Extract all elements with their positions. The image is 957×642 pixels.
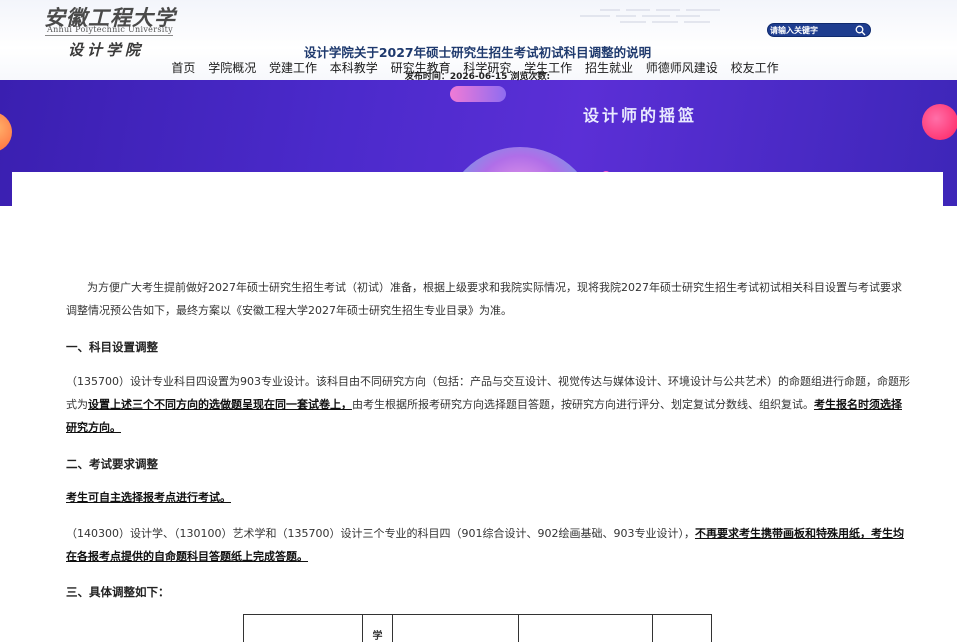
section-heading-1: 一、科目设置调整	[66, 340, 158, 354]
search-box	[767, 23, 871, 37]
search-input[interactable]	[770, 25, 854, 36]
article-title: 设计学院关于2027年硕士研究生招生考试初试科目调整的说明	[303, 45, 652, 60]
header-decoration	[580, 9, 720, 23]
logo-university-english: Anhui Polytechnic University	[47, 25, 173, 34]
intro-text: 为方便广大考生提前做好2027年硕士研究生招生考试（初试）准备，根据上级要求和我…	[66, 281, 902, 317]
section-2-paragraph-1: 考生可自主选择报考点进行考试。	[66, 486, 912, 509]
section-1-text-b: 由考生根据所报考研究方向选择题目答题，按研究方向进行评分、划定复试分数线、组织复…	[352, 398, 814, 411]
article-intro: 为方便广大考生提前做好2027年硕士研究生招生考试（初试）准备，根据上级要求和我…	[66, 276, 912, 322]
section-1-emphasis-a: 设置上述三个不同方向的选做题呈现在同一套试卷上，	[88, 398, 352, 411]
section-2-emphasis: 考生可自主选择报考点进行考试。	[66, 491, 231, 504]
table-cell	[518, 614, 653, 642]
adjustment-table: 学	[243, 614, 712, 642]
section-2-text: （140300）设计学、（130100）艺术学和（135700）设计三个专业的科…	[66, 527, 695, 540]
section-2-paragraph-2: （140300）设计学、（130100）艺术学和（135700）设计三个专业的科…	[66, 522, 912, 568]
section-heading-2: 二、考试要求调整	[66, 457, 158, 471]
table-cell	[243, 614, 363, 642]
table-row: 学	[243, 614, 712, 642]
banner-slogan: 设计师的摇篮	[583, 106, 698, 125]
table-cell	[652, 614, 712, 642]
article-meta: 发布时间：2026-06-15 浏览次数:	[404, 72, 551, 82]
section-1-paragraph: （135700）设计专业科目四设置为903专业设计。该科目由不同研究方向（包括：…	[66, 370, 912, 439]
table-cell	[392, 614, 519, 642]
site-header: 安徽工程大学 Anhui Polytechnic University 设计学院…	[0, 0, 957, 80]
search-icon[interactable]	[855, 25, 866, 36]
section-heading-3: 三、具体调整如下：	[66, 585, 170, 599]
logo-divider	[45, 35, 173, 36]
table-cell: 学	[362, 614, 393, 642]
